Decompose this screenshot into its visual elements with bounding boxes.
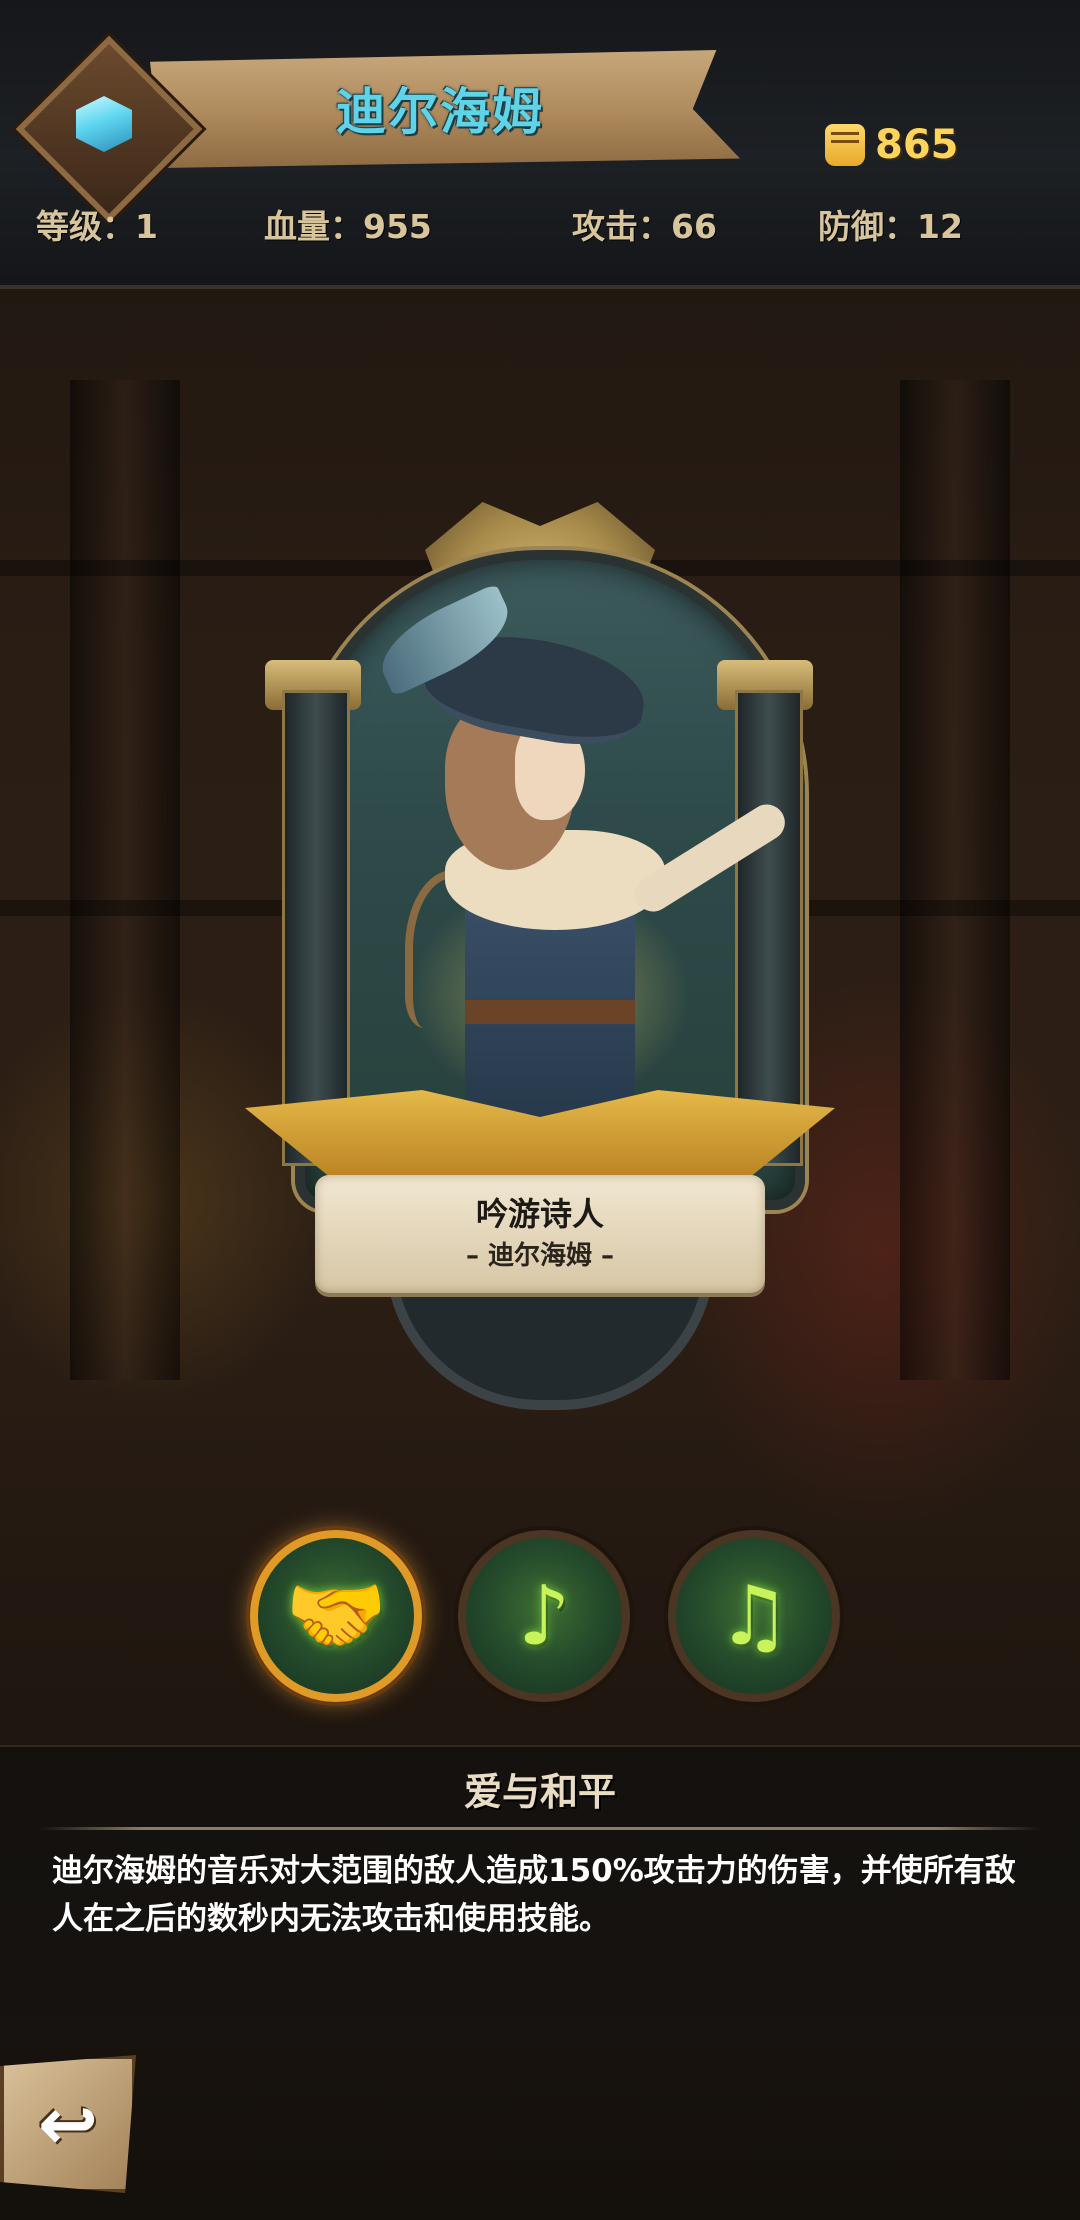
column-left [282, 690, 350, 1166]
stat-level: 等级：1 [36, 207, 158, 246]
class-title: 吟游诗人 [475, 1195, 604, 1233]
class-subtitle: – 迪尔海姆 – [465, 1241, 615, 1271]
hero-portrait [368, 583, 792, 1130]
double-music-note-icon: ♫ [717, 1568, 791, 1664]
skill-description-panel: 爱与和平 迪尔海姆的音乐对大范围的敌人造成150%攻击力的伤害，并使所有敌人在之… [0, 1745, 1080, 2047]
combat-power: 865 [825, 122, 959, 168]
handshake-icon: 🤝 [284, 1568, 388, 1663]
skill-button-double-note[interactable]: ♫ [668, 1530, 840, 1702]
column-right [735, 690, 803, 1166]
hero-header: 迪尔海姆 865 等级：1 血量：955 攻击：66 防御：12 [0, 0, 1080, 289]
skill-button-love-and-peace[interactable]: 🤝 [250, 1530, 422, 1702]
power-value: 865 [875, 122, 959, 168]
background-bookshelf-right [900, 380, 1010, 1380]
fist-icon [825, 124, 865, 166]
skill-button-music-note[interactable]: ♪ [458, 1530, 630, 1702]
hero-name: 迪尔海姆 [336, 83, 544, 141]
skill-description: 迪尔海姆的音乐对大范围的敌人造成150%攻击力的伤害，并使所有敌人在之后的数秒内… [52, 1853, 1016, 1937]
hero-card[interactable]: 吟游诗人 – 迪尔海姆 – [245, 490, 835, 1410]
background-bookshelf-left [70, 380, 180, 1380]
stat-defense: 防御：12 [818, 207, 963, 246]
gem-emblem-icon [15, 35, 203, 223]
skill-name: 爱与和平 [463, 1770, 616, 1814]
stat-hp: 血量：955 [264, 207, 432, 246]
hero-stats: 等级：1 血量：955 攻击：66 防御：12 [36, 200, 1046, 250]
class-scroll: 吟游诗人 – 迪尔海姆 – [315, 1175, 765, 1293]
back-button[interactable]: ↩ [0, 2055, 136, 2193]
divider [40, 1827, 1040, 1830]
back-arrow-icon: ↩ [37, 2082, 99, 2166]
stat-attack: 攻击：66 [572, 207, 717, 246]
music-note-icon: ♪ [517, 1568, 571, 1664]
